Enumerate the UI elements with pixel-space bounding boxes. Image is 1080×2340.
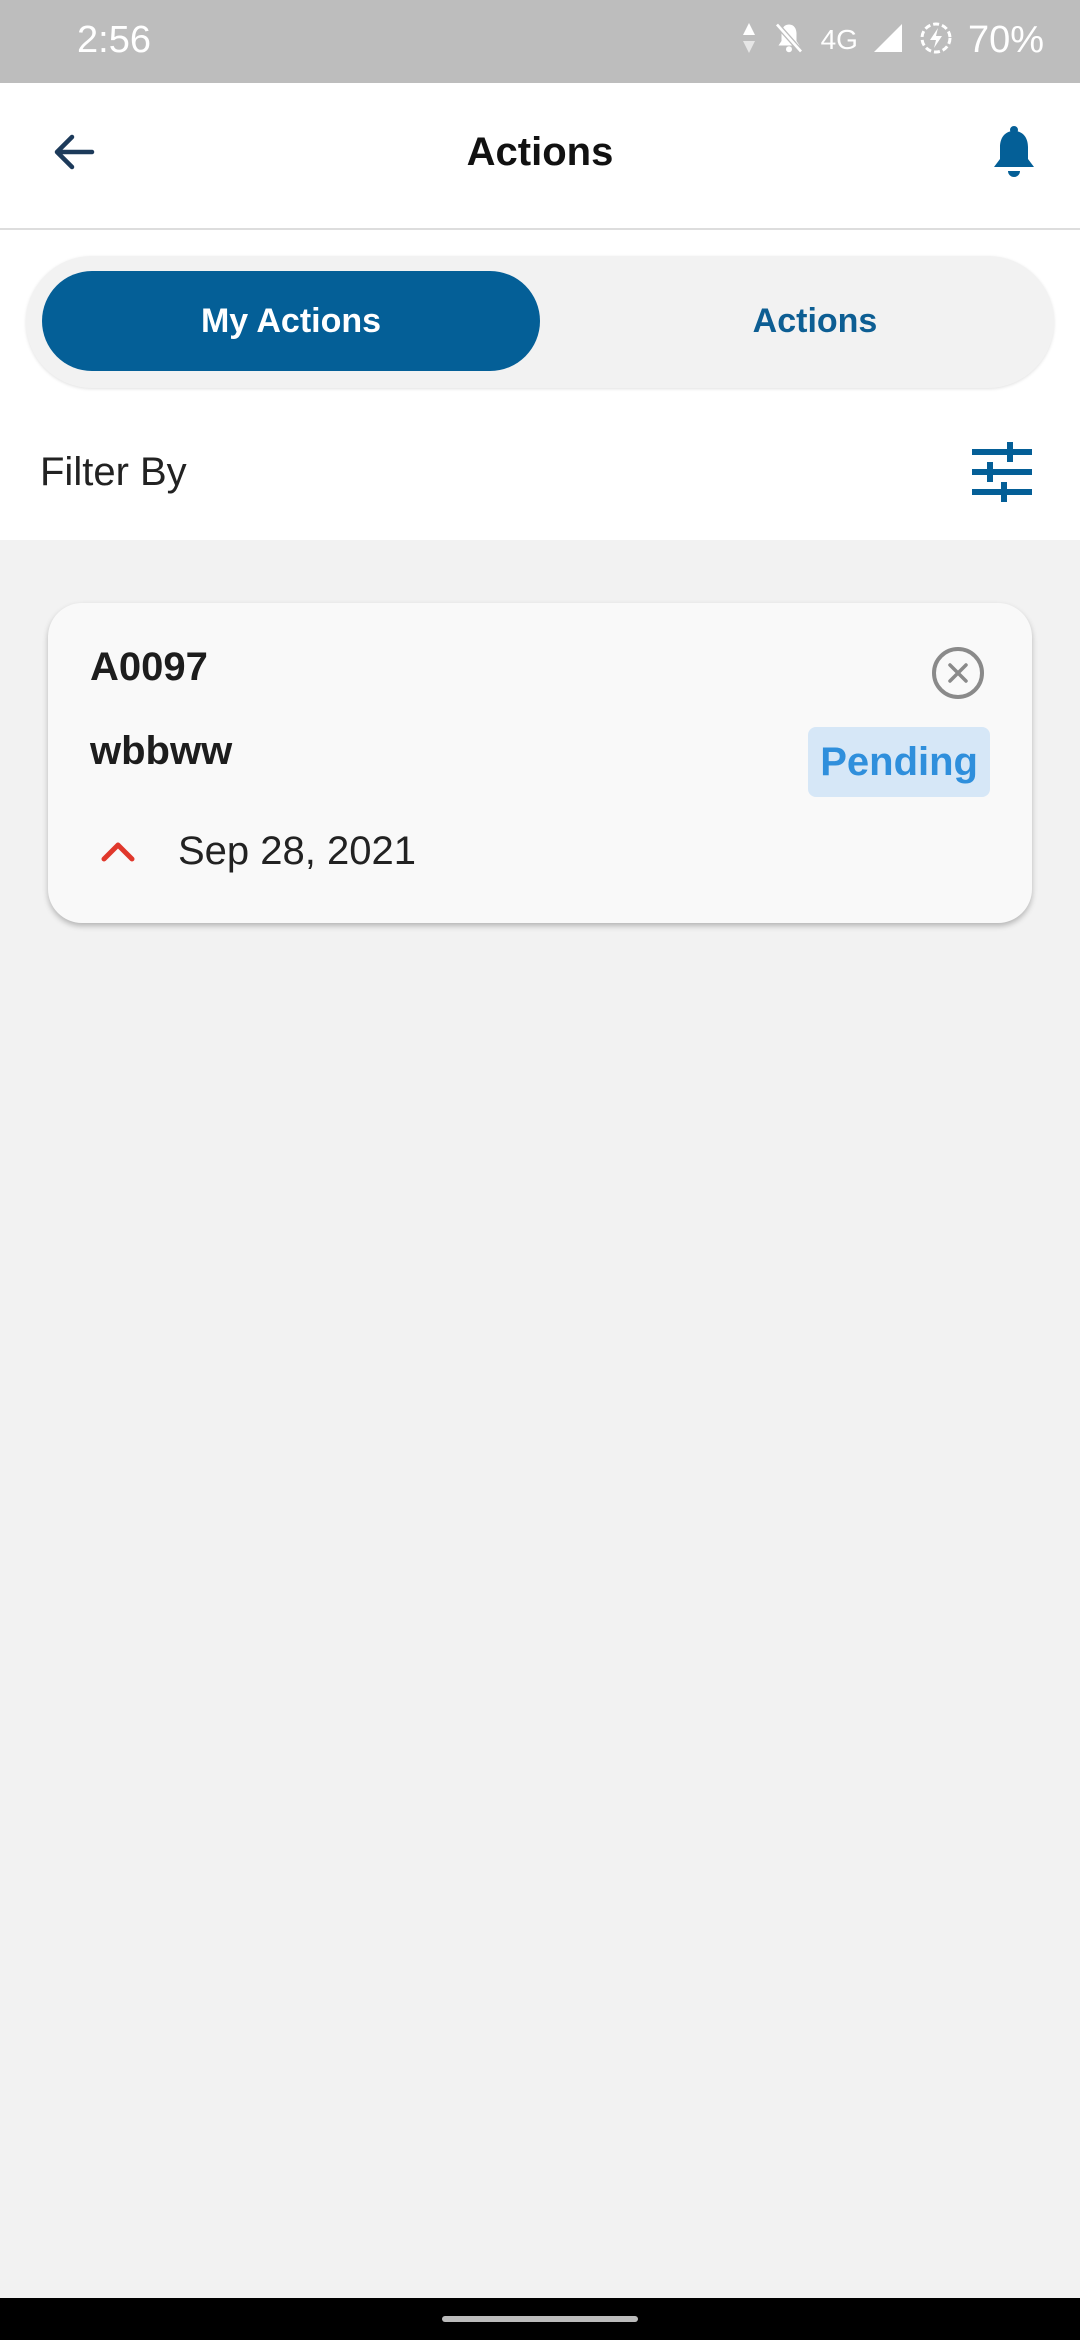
status-icons: 4G 70% — [741, 14, 1044, 66]
chevron-up-icon — [98, 831, 138, 871]
action-id: A0097 — [90, 645, 208, 689]
battery-saver-icon — [918, 20, 954, 61]
tab-switcher: My Actions Actions — [26, 256, 1054, 388]
filter-label: Filter By — [40, 450, 187, 494]
page-title: Actions — [466, 130, 614, 174]
close-button[interactable] — [930, 646, 986, 705]
action-date: Sep 28, 2021 — [178, 829, 416, 873]
filter-button[interactable] — [962, 436, 1042, 512]
network-type: 4G — [820, 24, 858, 55]
tab-actions[interactable]: Actions — [566, 271, 1064, 371]
tab-my-actions[interactable]: My Actions — [42, 271, 540, 371]
action-name: wbbww — [90, 729, 233, 773]
battery-percent: 70% — [967, 19, 1044, 61]
do-not-disturb-bell-icon — [771, 20, 807, 61]
status-badge: Pending — [808, 727, 990, 797]
home-indicator[interactable] — [442, 2316, 638, 2322]
sliders-icon — [970, 441, 1034, 507]
controls-panel: My Actions Actions Filter By — [0, 230, 1080, 540]
status-time: 2:56 — [77, 19, 151, 61]
notifications-button[interactable] — [976, 116, 1052, 192]
data-arrows-icon — [741, 21, 757, 60]
status-bar: 2:56 4G 70% — [0, 0, 1080, 83]
system-nav-bar — [0, 2298, 1080, 2340]
bell-icon — [991, 125, 1037, 184]
action-card[interactable]: A0097 wbbww Pending Sep 28, 2021 — [48, 603, 1032, 923]
app-bar: Actions — [0, 83, 1080, 230]
signal-icon — [872, 22, 904, 59]
close-icon — [931, 646, 985, 705]
